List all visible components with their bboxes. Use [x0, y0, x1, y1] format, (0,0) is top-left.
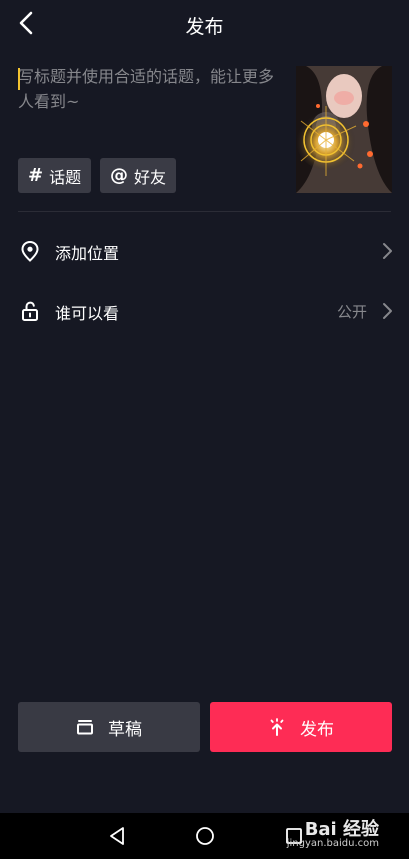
privacy-row[interactable]: 谁可以看 公开 [0, 284, 409, 340]
draft-box-icon [77, 720, 93, 735]
caption-input[interactable] [18, 64, 280, 144]
publish-button[interactable]: 发布 [210, 702, 392, 752]
caption-area [18, 64, 280, 144]
topic-chip-label: 话题 [49, 167, 82, 187]
at-icon: @ [110, 165, 128, 186]
privacy-label: 谁可以看 [55, 304, 120, 323]
publish-button-label: 发布 [300, 719, 334, 740]
privacy-value: 公开 [336, 303, 367, 321]
chevron-right-icon [383, 243, 392, 259]
publish-upload-icon [270, 718, 284, 736]
friend-chip[interactable]: @ 好友 [100, 158, 177, 193]
watermark-url: jingyan.baidu.com [286, 838, 379, 849]
hashtag-icon: # [28, 165, 44, 186]
draft-button-label: 草稿 [108, 719, 142, 740]
nav-back-icon[interactable] [106, 825, 128, 847]
divider [18, 211, 391, 212]
video-cover-thumbnail[interactable] [296, 66, 392, 193]
add-location-row[interactable]: 添加位置 [0, 224, 409, 280]
draft-button[interactable]: 草稿 [18, 702, 200, 752]
cover-image [296, 66, 392, 193]
friend-chip-label: 好友 [134, 167, 167, 187]
unlock-icon [22, 301, 38, 321]
add-location-label: 添加位置 [55, 244, 120, 263]
text-caret [18, 68, 20, 90]
page-title: 发布 [185, 16, 224, 38]
topic-chip[interactable]: # 话题 [18, 158, 92, 193]
location-pin-icon [21, 240, 39, 262]
header-bar: 发布 [0, 0, 409, 48]
chevron-right-icon [383, 303, 392, 319]
nav-home-icon[interactable] [194, 825, 216, 847]
